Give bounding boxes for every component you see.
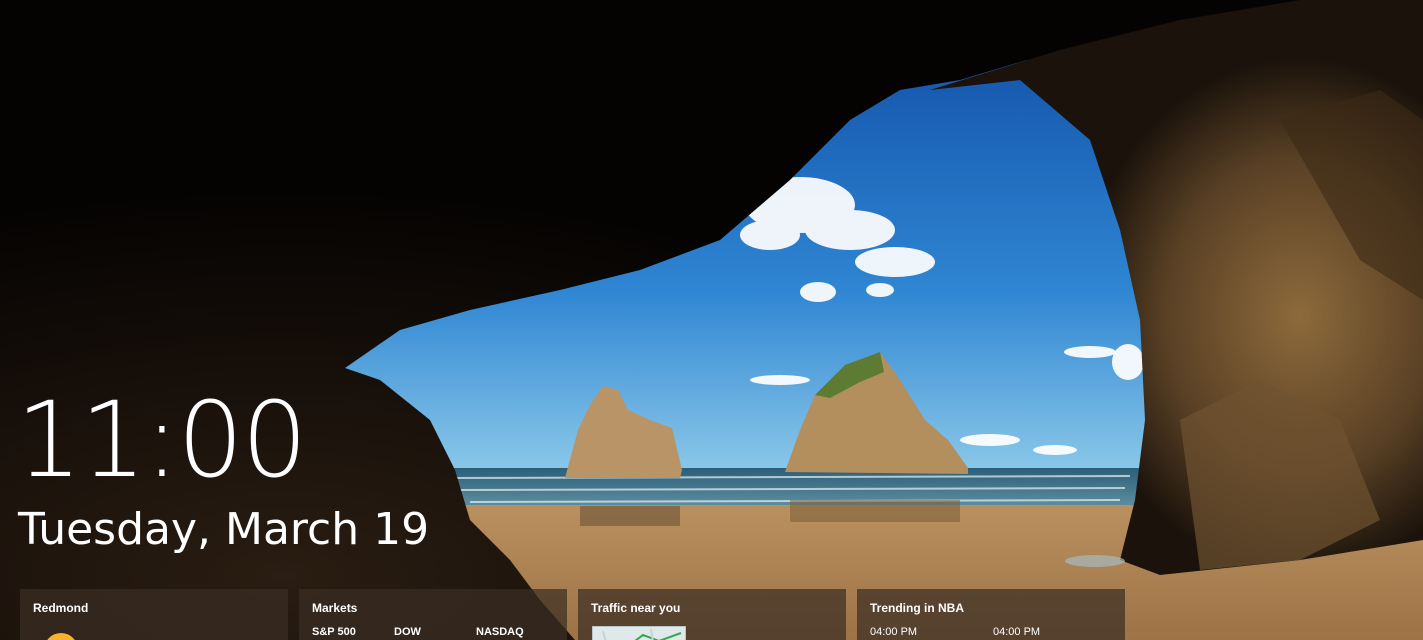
game-time-1: 04:00 PM (870, 626, 918, 638)
trending-nba-widget[interactable]: Trending in NBA 04:00 PM 04:00 PM (857, 589, 1125, 640)
market-dow-label: DOW (394, 626, 421, 638)
weather-location: Redmond (33, 601, 89, 615)
weather-widget[interactable]: Redmond (20, 589, 288, 640)
market-nasdaq-label: NASDAQ (476, 626, 524, 638)
lock-screen[interactable]: 11:00 Tuesday, March 19 Redmond Markets … (0, 0, 1423, 640)
sun-icon (44, 633, 78, 640)
game-time-2: 04:00 PM (993, 626, 1041, 638)
traffic-widget[interactable]: Traffic near you (578, 589, 846, 640)
clock-date: Tuesday, March 19 (18, 504, 430, 555)
map-icon (602, 628, 682, 640)
markets-title: Markets (312, 601, 358, 615)
traffic-title: Traffic near you (591, 601, 681, 615)
trending-title: Trending in NBA (870, 601, 964, 615)
traffic-map-thumbnail (592, 626, 686, 640)
markets-widget[interactable]: Markets S&P 500 DOW NASDAQ (299, 589, 567, 640)
clock-time: 11:00 (16, 379, 308, 501)
market-sp500-label: S&P 500 (312, 626, 356, 638)
